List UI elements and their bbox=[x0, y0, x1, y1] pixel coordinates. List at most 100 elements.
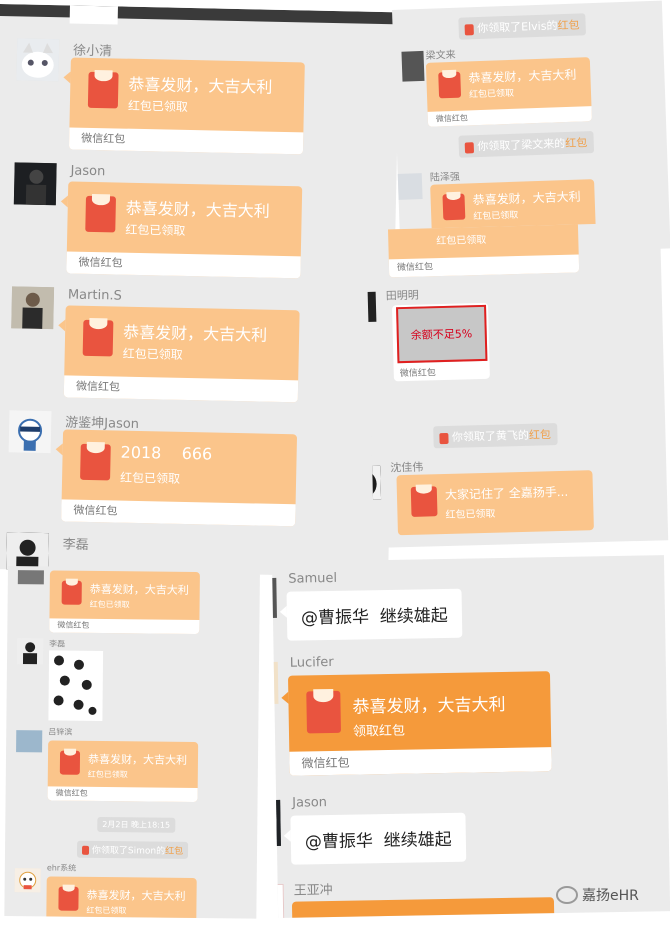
notice-link[interactable]: 红包 bbox=[557, 18, 579, 32]
packet-title: 恭喜发财，大吉大利 bbox=[86, 888, 186, 903]
sender-name: 沈佳伟 bbox=[390, 460, 424, 475]
envelope-icon bbox=[80, 443, 111, 481]
chat-panel-4: 恭喜发财，大吉大利 红包已领取 微信红包 李磊 吕锌滨 恭喜发财，大吉大利 红包… bbox=[4, 566, 260, 919]
message-text: @曹振华 继续雄起 bbox=[300, 605, 448, 629]
envelope-icon bbox=[438, 71, 462, 99]
chat-panel-2: 你领取了Elvis的红包 梁文来 恭喜发财，大吉大利 红包已领取 微信红包 你领… bbox=[392, 0, 670, 258]
packet-footer: 微信红包 bbox=[289, 747, 552, 776]
avatar[interactable] bbox=[11, 286, 55, 330]
packet-title: 恭喜发财，大吉大利 bbox=[87, 752, 188, 767]
packet-status: 红包已领取 bbox=[473, 210, 519, 223]
chat-panel-3: 红包已领取 微信红包 田明明 余额不足5% 微信红包 你领取了黄飞的红包 沈佳伟… bbox=[366, 222, 669, 548]
avatar[interactable] bbox=[16, 638, 44, 665]
avatar[interactable] bbox=[13, 162, 57, 206]
packet-title: 恭喜发财，大吉大利 bbox=[89, 582, 189, 597]
packet-status: 红包已领取 bbox=[87, 769, 128, 780]
cat-avatar-icon bbox=[16, 38, 60, 82]
system-notice: 你领取了Simon的红包 bbox=[76, 840, 189, 859]
avatar[interactable] bbox=[366, 291, 377, 323]
sender-name: 梁文来 bbox=[425, 49, 456, 62]
sender-name: 李磊 bbox=[49, 639, 66, 649]
notice-link[interactable]: 红包 bbox=[529, 428, 551, 442]
notice-text: 你领取了梁文来的 bbox=[477, 137, 566, 154]
wechat-icon bbox=[556, 886, 578, 904]
packet-title: 恭喜发财，大吉大利 bbox=[472, 189, 581, 208]
red-packet[interactable]: 恭喜发财，大吉大利 红包已领取 微信红包 bbox=[47, 740, 199, 802]
avatar[interactable] bbox=[272, 799, 281, 847]
system-notice: 你领取了Elvis的红包 bbox=[458, 13, 586, 40]
envelope-icon bbox=[87, 71, 119, 109]
watermark: 嘉扬eHR bbox=[556, 884, 639, 906]
person-avatar-icon bbox=[272, 799, 281, 847]
avatar[interactable] bbox=[14, 868, 41, 893]
packet-status: 红包已领取 bbox=[122, 346, 183, 362]
notice-link[interactable]: 红包 bbox=[565, 136, 587, 150]
sender-name: ehr系统 bbox=[46, 863, 77, 873]
sender-name: 陆泽强 bbox=[429, 171, 461, 184]
red-packet[interactable]: 2018 666 红包已领取 微信红包 bbox=[55, 429, 298, 527]
red-packet[interactable]: 恭喜发财，大吉大利 红包已领取 微信红包 bbox=[49, 570, 200, 635]
avatar[interactable] bbox=[401, 50, 425, 82]
avatar[interactable] bbox=[16, 730, 43, 753]
sender-name: Jason bbox=[70, 163, 106, 180]
packet-footer: 微信红包 bbox=[49, 618, 200, 635]
envelope-icon bbox=[410, 486, 438, 517]
sender-name: Jason bbox=[292, 795, 328, 811]
red-packet[interactable] bbox=[291, 897, 555, 918]
red-packet[interactable]: 恭喜发财，大吉大利 红包已领取 微信红包 bbox=[58, 305, 300, 403]
chat-panel-1: 徐小清 恭喜发财，大吉大利 红包已领取 微信红包 Jason 恭喜发财，大吉大利… bbox=[0, 4, 400, 578]
packet-title: 恭喜发财，大吉大利 bbox=[352, 694, 506, 718]
packet-footer: 微信红包 bbox=[388, 254, 580, 278]
person-avatar-icon bbox=[16, 638, 44, 665]
sender-name: Lucifer bbox=[289, 654, 334, 671]
red-packet[interactable]: 恭喜发财，大吉大利 红包已领取 bbox=[46, 876, 197, 919]
notice-link[interactable]: 红包 bbox=[165, 847, 183, 857]
envelope-icon bbox=[442, 193, 466, 221]
person-avatar-icon bbox=[11, 286, 55, 330]
red-packet[interactable]: 恭喜发财，大吉大利 红包已领取 微信红包 bbox=[60, 181, 303, 279]
envelope-icon bbox=[306, 690, 341, 734]
envelope-icon bbox=[85, 195, 116, 233]
sender-name: Samuel bbox=[288, 570, 338, 587]
packet-footer: 微信红包 bbox=[61, 499, 296, 527]
packet-status: 红包已领取 bbox=[468, 88, 515, 101]
panda-sticker[interactable] bbox=[48, 650, 104, 721]
packet-title: 恭喜发财，大吉大利 bbox=[468, 67, 577, 86]
red-packet[interactable]: 余额不足5% 微信红包 bbox=[391, 302, 490, 382]
cartoon-avatar-icon bbox=[8, 410, 52, 454]
red-packet[interactable]: 大家记住了 全嘉扬手... 红包已领取 bbox=[396, 470, 594, 536]
avatar[interactable] bbox=[8, 410, 52, 454]
system-notice: 你领取了黄飞的红包 bbox=[433, 423, 558, 449]
red-packet[interactable]: 恭喜发财，大吉大利 红包已领取 微信红包 bbox=[63, 57, 305, 155]
timestamp: 2月2日 晚上18:15 bbox=[97, 816, 176, 833]
envelope-icon bbox=[58, 886, 79, 911]
packet-footer: 微信红包 bbox=[47, 786, 198, 802]
packet-footer: 微信红包 bbox=[399, 368, 436, 380]
red-packet[interactable]: 恭喜发财，大吉大利 红包已领取 微信红包 bbox=[425, 57, 592, 127]
avatar[interactable] bbox=[272, 577, 277, 619]
packet-title: 恭喜发财，大吉大利 bbox=[125, 198, 270, 221]
envelope-icon bbox=[61, 580, 82, 605]
sender-name: Martin.S bbox=[67, 287, 122, 304]
avatar[interactable] bbox=[16, 38, 60, 82]
system-notice: 你领取了梁文来的红包 bbox=[458, 131, 594, 158]
sender-name: 吕锌滨 bbox=[48, 727, 73, 737]
avatar[interactable]: 莫方 bbox=[272, 883, 285, 918]
packet-title: 2018 666 bbox=[120, 442, 213, 464]
packet-title: 大家记住了 全嘉扬手... bbox=[444, 484, 569, 503]
text-bubble[interactable]: @曹振华 继续雄起 bbox=[283, 812, 467, 865]
packet-fragment bbox=[69, 5, 118, 25]
packet-status: 红包已领取 bbox=[127, 98, 189, 114]
avatar[interactable] bbox=[17, 570, 44, 585]
packet-status: 红包已领取 bbox=[86, 905, 127, 916]
red-packet[interactable]: 恭喜发财，大吉大利 领取红包 微信红包 bbox=[281, 671, 552, 776]
packet-status: 红包已领取 bbox=[89, 599, 130, 610]
packet-title: 恭喜发财，大吉大利 bbox=[122, 322, 268, 345]
avatar[interactable] bbox=[392, 173, 423, 201]
red-packet-icon bbox=[439, 432, 449, 444]
packet-status: 红包已领取 bbox=[119, 470, 181, 486]
avatar[interactable] bbox=[272, 661, 279, 705]
text-bubble[interactable]: @曹振华 继续雄起 bbox=[279, 588, 463, 641]
packet-footer: 微信红包 bbox=[68, 127, 304, 155]
red-packet[interactable]: 红包已领取 微信红包 bbox=[387, 222, 580, 278]
